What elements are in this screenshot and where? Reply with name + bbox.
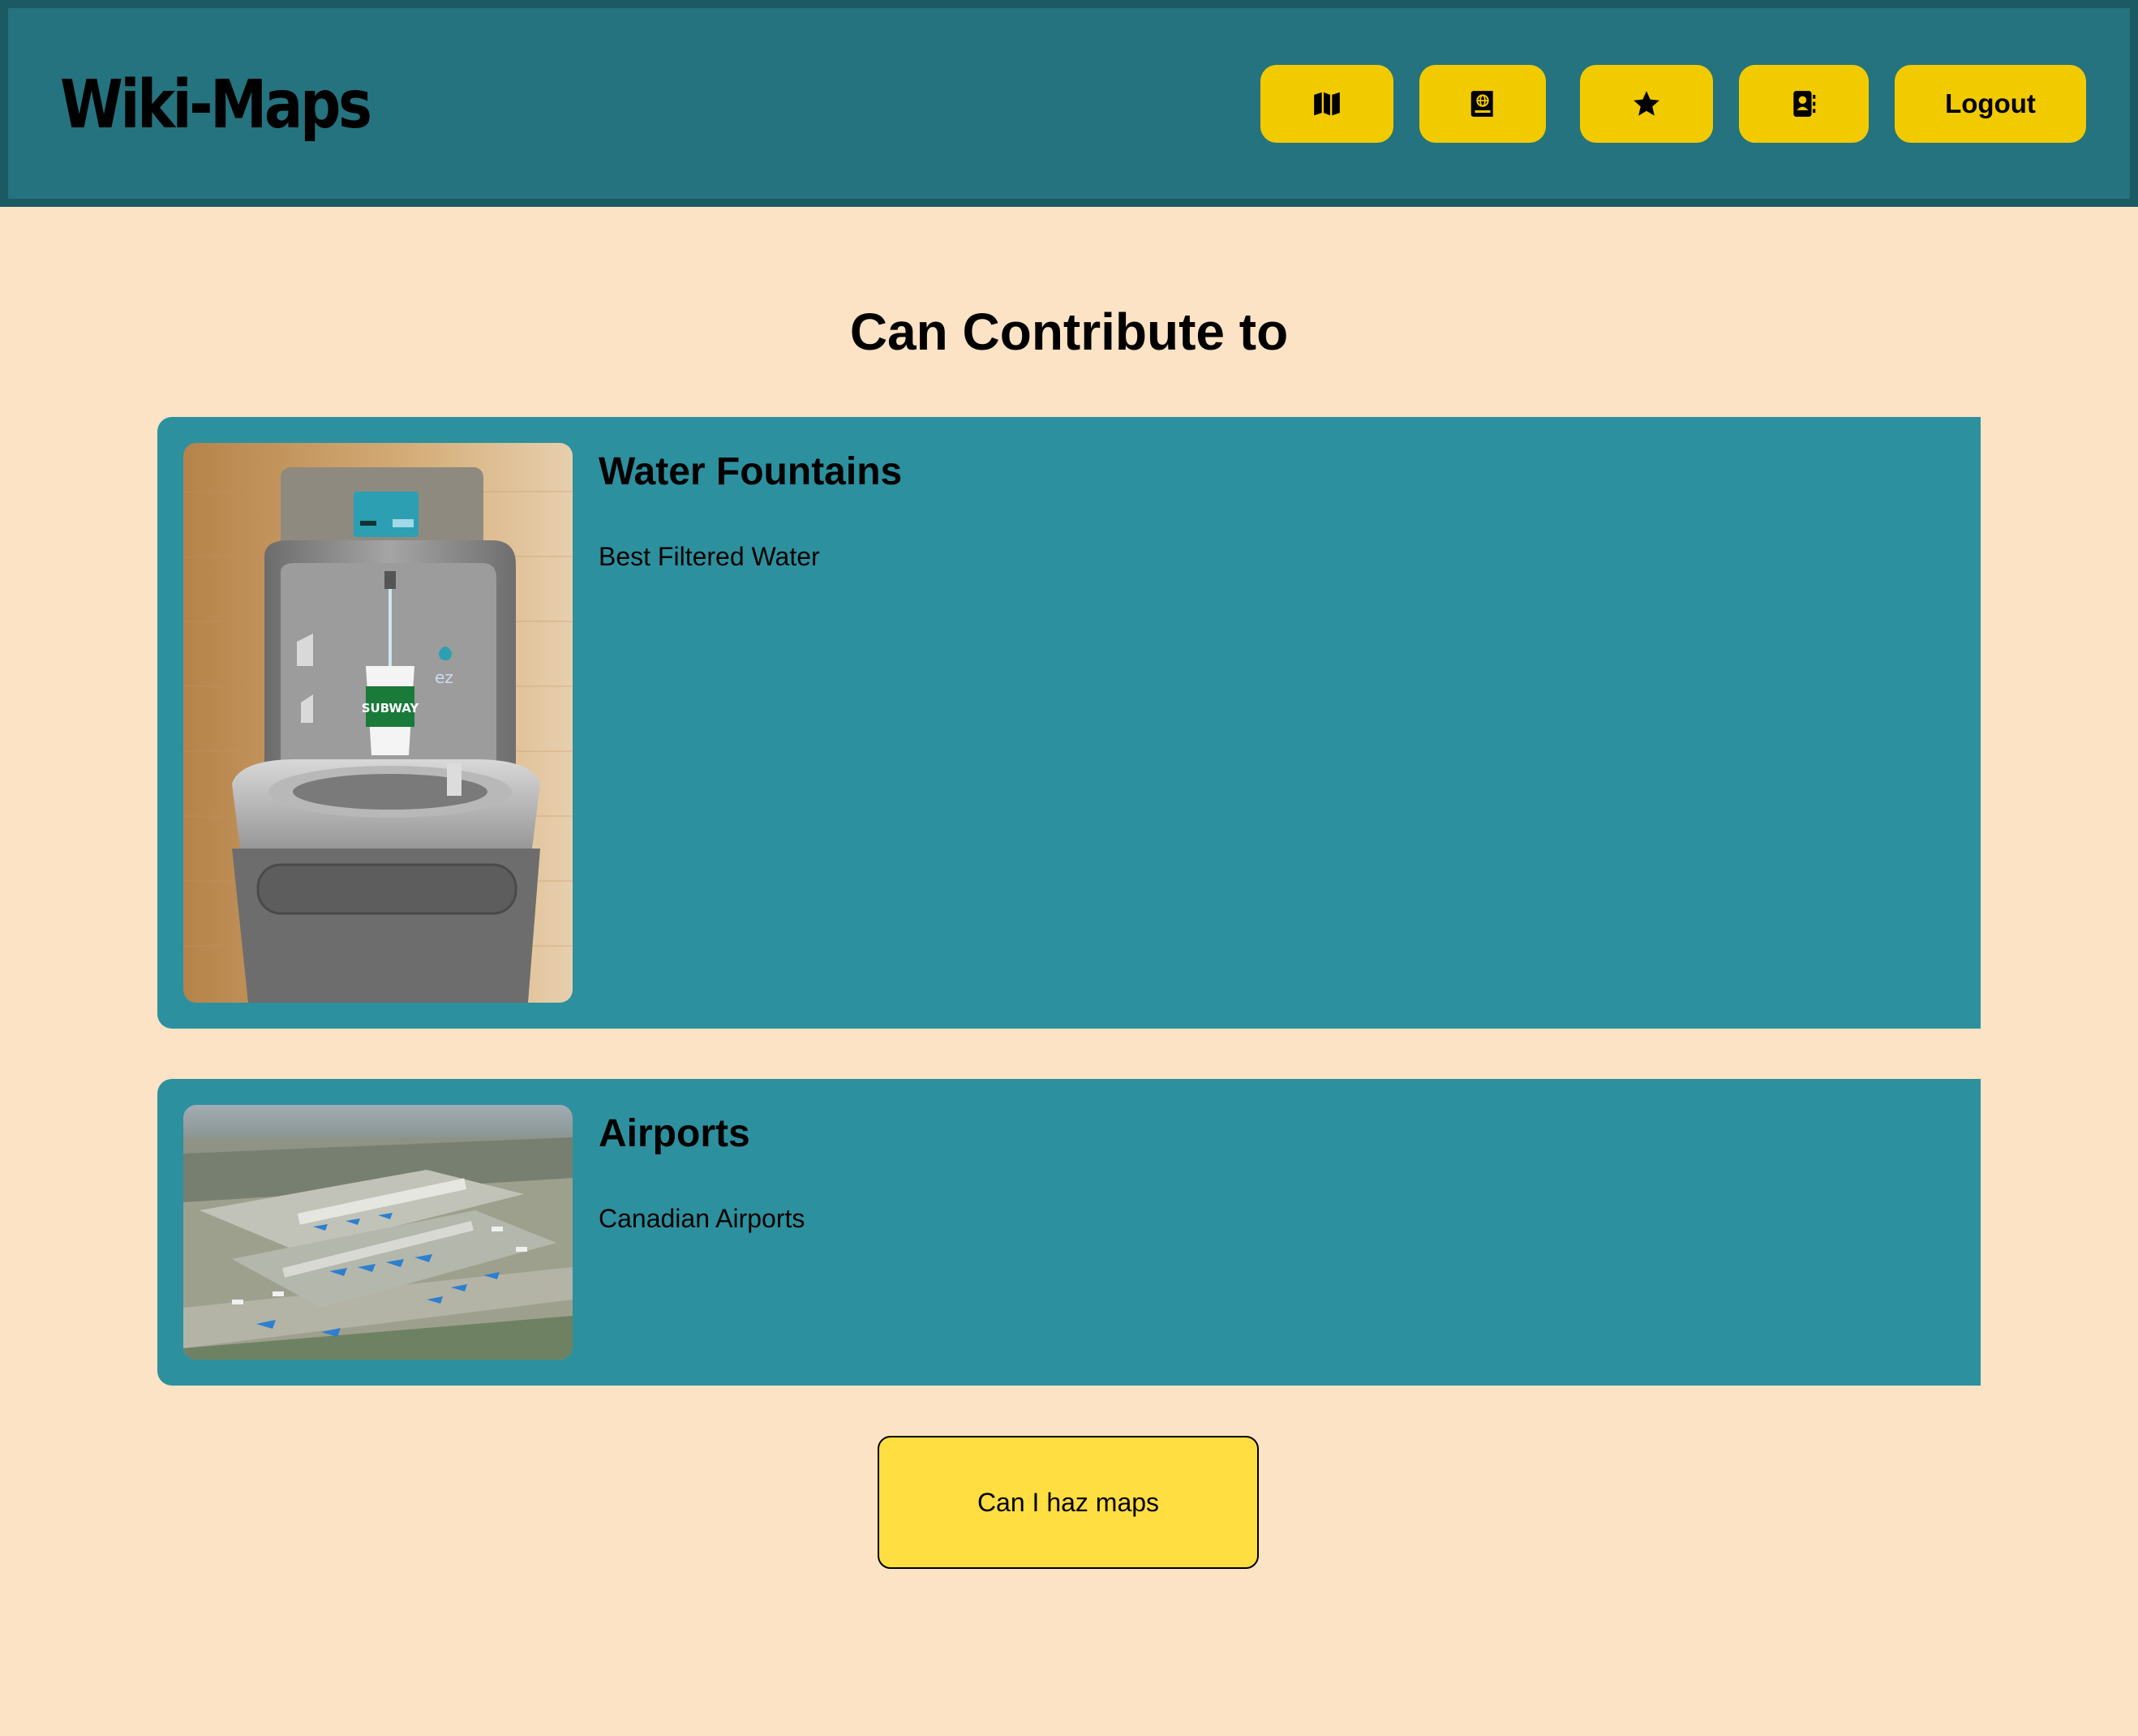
contacts-nav-button[interactable] xyxy=(1739,65,1869,143)
top-navbar: Wiki-Maps Logout xyxy=(0,0,2138,207)
map-card-description: Best Filtered Water xyxy=(599,542,820,571)
contact-book-icon xyxy=(1793,91,1816,117)
map-card-title[interactable]: Airports xyxy=(599,1111,750,1156)
map-card-title[interactable]: Water Fountains xyxy=(599,449,902,494)
atlas-book-icon xyxy=(1470,91,1493,117)
airport-image xyxy=(183,1105,573,1360)
maps-nav-button[interactable] xyxy=(1260,65,1393,143)
logout-button[interactable]: Logout xyxy=(1895,65,2086,143)
map-icon xyxy=(1314,92,1340,116)
brand-logo[interactable]: Wiki-Maps xyxy=(60,67,372,144)
map-card-description: Canadian Airports xyxy=(599,1204,805,1233)
water-fountain-image: SUBWAY ez xyxy=(183,443,573,1003)
svg-text:SUBWAY: SUBWAY xyxy=(362,701,420,715)
atlas-nav-button[interactable] xyxy=(1419,65,1546,143)
favorites-nav-button[interactable] xyxy=(1580,65,1713,143)
request-maps-button[interactable]: Can I haz maps xyxy=(878,1436,1259,1569)
star-icon xyxy=(1634,91,1659,116)
map-card-water-fountains[interactable]: SUBWAY ez Water Fountains Best Filtered … xyxy=(157,417,1981,1029)
svg-text:ez: ez xyxy=(435,668,453,687)
page-title: Can Contribute to xyxy=(849,303,1289,361)
map-card-airports[interactable]: Airports Canadian Airports xyxy=(157,1079,1981,1386)
